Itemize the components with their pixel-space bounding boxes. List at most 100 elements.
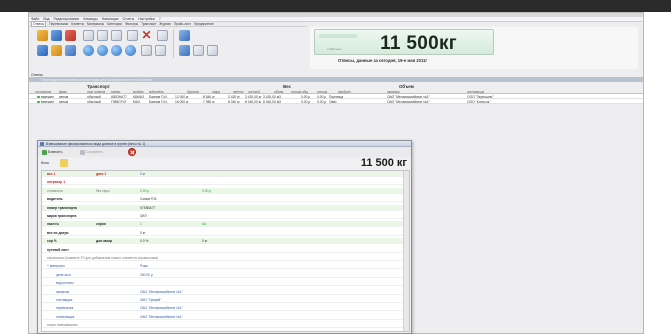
group-by-area[interactable]: Перетащите заголовок колонки сюда для гр… [29,77,643,82]
form-label: заказчик [56,289,70,294]
cell-supplier: ООО "Колосок" [467,99,491,104]
cell-driver: Баянов П.И. [149,99,168,104]
column-header[interactable]: водитель [149,90,164,94]
column-header[interactable]: чистый [248,90,260,94]
form-row[interactable]: цена за кг 250.00 р [42,271,404,278]
tab-journal[interactable]: Журнал [159,22,171,26]
form-row[interactable]: перевозчик ОАО "Мельникомбинат №1" [42,305,404,312]
form-row[interactable]: плательщик ОАО "Мельникомбинат №1" [42,313,404,320]
status-icon[interactable] [125,45,136,56]
dialog-weight-readout: 11 500 кг [360,157,407,169]
save-button[interactable]: Сохранить [80,149,103,155]
search-icon[interactable] [65,45,76,56]
settings-icon[interactable] [207,45,218,56]
edit-icon[interactable] [127,30,138,41]
refresh-icon[interactable] [179,30,190,41]
tab-pricelist[interactable]: Прайс-лист [174,22,191,26]
paste-icon[interactable] [111,30,122,41]
column-header[interactable]: стоим. [317,90,328,94]
cell-model: КАМАЗ [133,94,145,99]
column-header[interactable]: состояние [35,90,51,94]
tab-enterprise[interactable]: Предприятие [194,22,214,26]
cell-customer: ОАО "Мельникомбинат №1" [387,99,430,104]
document-icon[interactable] [157,30,168,41]
chart-icon[interactable] [37,45,48,56]
form-value: 0 кг [140,230,146,235]
column-header[interactable]: объем [274,90,283,94]
menu-item-reports[interactable]: Отчеты [122,17,134,21]
form-row[interactable]: водитель Сомов П.В. [42,196,404,203]
tab-transport[interactable]: Транспорт [141,22,156,26]
form-row[interactable]: накл № серия 1 АА [42,221,404,228]
tab-carriers[interactable]: Перевозчики [49,22,68,26]
column-header[interactable]: заказчик [387,90,400,94]
weigh-icon[interactable] [65,30,76,41]
cell-tara: 7 980 кг [203,99,215,104]
print-icon[interactable] [193,45,204,56]
tab-filters[interactable]: Фильтры [125,22,138,26]
form-row[interactable]: перил взвешивания [42,322,404,329]
column-header[interactable]: стоим.общ [291,90,308,94]
tab-otvesy[interactable]: Отвесы [31,21,47,27]
delete-icon[interactable]: ✕ [141,29,152,41]
tab-materials[interactable]: Материалы [87,22,104,26]
key-icon[interactable] [60,159,68,167]
form-value-secondary: АА [202,222,207,227]
form-row[interactable]: справочник (нажмите F2 для добавления но… [42,255,404,261]
form-row[interactable]: сор % доп.засор 0.0 % 0 кг [42,238,404,245]
menu-item-commands[interactable]: Команды [83,17,97,21]
folder-icon[interactable] [37,30,48,41]
weigh-button[interactable]: Взвесить [42,149,62,155]
tab-clients[interactable]: Клиенты [71,22,84,26]
form-row[interactable]: номер транспорта К753ВА77 [42,204,404,211]
status-icon[interactable] [97,45,108,56]
table-icon[interactable] [179,45,190,56]
cell-brutto: 12 000 кг [175,94,189,99]
menu-item-settings[interactable]: Настройки [138,17,155,21]
form-label: плательщик [56,314,75,319]
column-header[interactable]: брутто [187,90,199,94]
column-header[interactable]: тара [212,90,220,94]
table-row[interactable]: взвешен автом обычный Г985СР47 МАЗ Баяно… [29,99,643,104]
scrollbar[interactable] [403,171,409,331]
cell-type: обычный [87,94,101,99]
menu-item-navigation[interactable]: Навигация [102,17,119,21]
form-row[interactable]: стоимость без тары 0.00 р 0.00 р [42,187,404,194]
menu-item-help[interactable]: ? [159,17,161,21]
form-row[interactable]: + материал Рожь [42,263,404,270]
column-header[interactable]: номер [111,90,120,94]
menu-item-edit[interactable]: Редактирование [53,17,79,21]
tab-categories[interactable]: Категории [107,22,122,26]
form-row[interactable]: вес 1 дата 1 0 кг [42,171,404,177]
report-icon[interactable] [51,45,62,56]
column-header[interactable]: флаг [59,90,67,94]
close-icon[interactable] [128,148,136,156]
form-value: ЗИЛ [140,214,147,218]
column-header[interactable]: тип отвеса [87,90,105,94]
column-header[interactable]: нетто [233,90,244,94]
cell-netto: 3 420 кг [228,94,240,99]
scales-row: Весы [38,158,411,168]
new-document-icon[interactable] [83,30,94,41]
scales-icon[interactable] [51,30,62,41]
form-row[interactable]: марка транспорта ЗИЛ [42,213,404,219]
form-value: 250.00 р [140,272,153,277]
form-value: Рожь [140,264,148,269]
tab-bar: Отвесы Перевозчики Клиенты Материалы Кат… [29,21,307,27]
copy-icon[interactable] [97,30,108,41]
form-value: ОАО "Мельникомбинат №1" [140,306,183,311]
form-row[interactable]: поставщик ЗАО "Урожай" [42,297,404,303]
form-row[interactable]: путевой лист [42,246,404,253]
column-header[interactable]: поставщик [467,90,484,94]
form-row[interactable]: заказчик ОАО "Мельникомбинат №1" [42,288,404,295]
cell-model: МАЗ [133,99,140,104]
form-row[interactable]: вес по докум 0 кг [42,229,404,236]
column-header[interactable]: продукт [338,90,351,94]
form-row[interactable]: вид оплаты [42,280,404,287]
status-icon[interactable] [83,45,94,56]
status-icon[interactable] [111,45,122,56]
form-row[interactable]: оператор 1 [42,179,404,186]
filter-icon[interactable] [141,45,152,56]
export-icon[interactable] [155,45,166,56]
column-header[interactable]: модель [133,90,144,94]
